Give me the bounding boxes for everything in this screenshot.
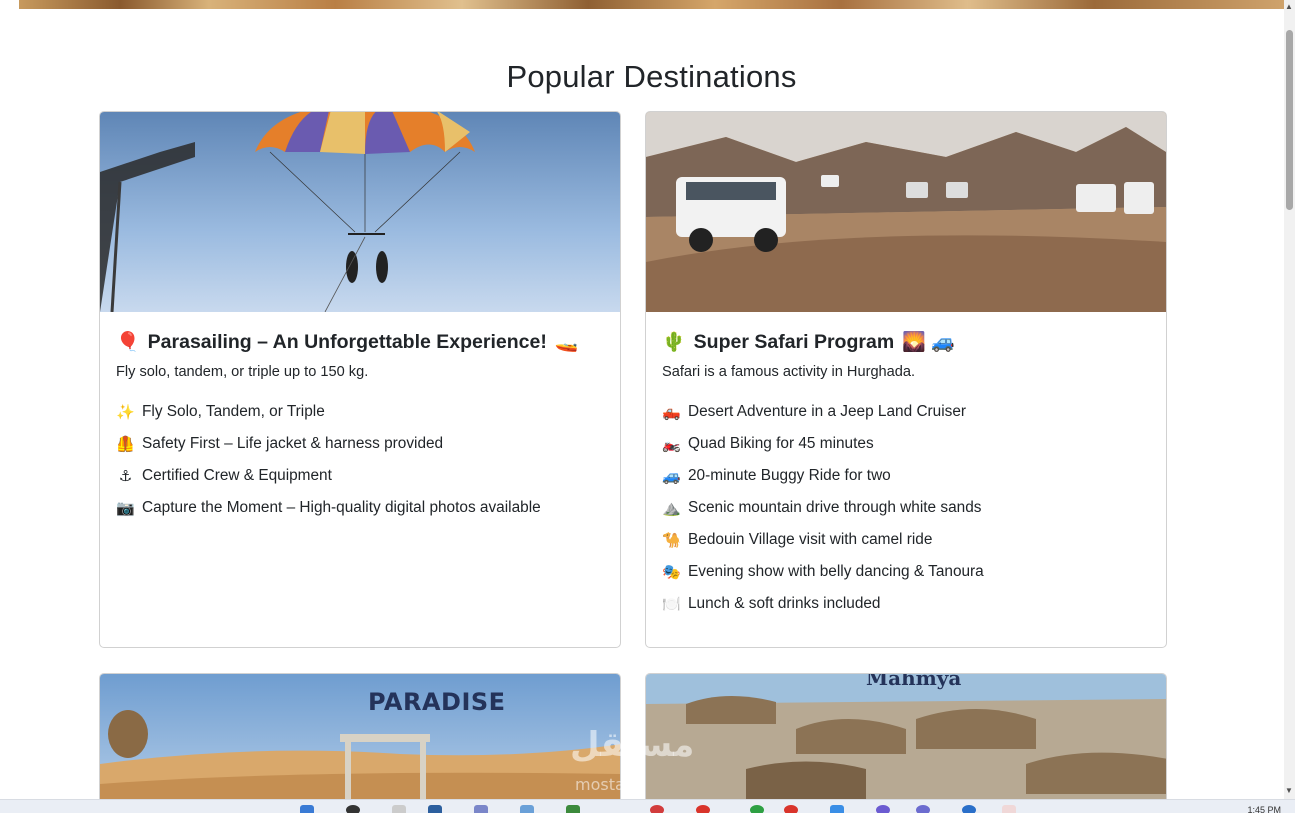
cactus-icon: 🌵 (662, 332, 686, 353)
list-item: 🛻 Desert Adventure in a Jeep Land Cruiser (662, 396, 1150, 428)
feature-text: Desert Adventure in a Jeep Land Cruiser (688, 403, 967, 420)
start-icon[interactable] (300, 805, 314, 813)
list-item: 📷 Capture the Moment – High-quality digit… (116, 492, 604, 524)
clock-text[interactable]: 1:45 PM (1247, 805, 1281, 813)
list-item: ⛰️ Scenic mountain drive through white sa… (662, 492, 1150, 524)
feature-text: Fly Solo, Tandem, or Triple (142, 403, 325, 420)
app-icon[interactable] (750, 805, 764, 813)
camera-icon: 📷 (116, 500, 135, 517)
list-item: 🐪 Bedouin Village visit with camel ride (662, 524, 1150, 556)
sparkles-icon: ✨ (116, 404, 135, 421)
scroll-up-icon[interactable]: ▲ (1285, 2, 1293, 11)
feature-text: Bedouin Village visit with camel ride (688, 531, 933, 548)
anchor-icon: ⚓ (118, 468, 133, 485)
feature-text: Safety First – Life jacket & harness pro… (142, 435, 444, 452)
balloon-icon: 🎈 (116, 332, 140, 353)
sunrise-jeep-icon: 🌄 🚙 (902, 332, 955, 353)
app-icon[interactable] (474, 805, 488, 813)
safari-image (646, 112, 1166, 312)
app-icon[interactable] (520, 805, 534, 813)
feature-list: ✨ Fly Solo, Tandem, or Triple 🦺 Safety Fir… (116, 396, 604, 524)
app-icon[interactable] (830, 805, 844, 813)
app-icon[interactable] (916, 805, 930, 813)
list-item: ✨ Fly Solo, Tandem, or Triple (116, 396, 604, 428)
mountain-icon: ⛰️ (662, 500, 681, 517)
card-title-text: Super Safari Program (693, 330, 895, 353)
list-item: 🚙 20-minute Buggy Ride for two (662, 460, 1150, 492)
camel-icon: 🐪 (662, 532, 681, 549)
watermark-subtext: mostaql (575, 775, 640, 794)
list-item: 🦺 Safety First – Life jacket & harness pr… (116, 428, 604, 460)
feature-text: Evening show with belly dancing & Tanour… (688, 563, 984, 580)
search-icon[interactable] (346, 805, 360, 813)
paradise-image: PARADISE (100, 674, 620, 812)
speedboat-icon: 🚤 (554, 332, 579, 353)
task-view-icon[interactable] (392, 805, 406, 813)
card-description: Fly solo, tandem, or triple up to 150 kg… (116, 364, 369, 380)
mahmya-sign: Mahmya (866, 674, 962, 690)
app-icon[interactable] (566, 805, 580, 813)
parasailing-image (100, 112, 620, 312)
plate-cutlery-icon: 🍽️ (662, 596, 681, 613)
card-title-text: Parasailing – An Unforgettable Experienc… (147, 330, 547, 353)
app-icon[interactable] (876, 805, 890, 813)
paradise-sign: PARADISE (368, 688, 506, 716)
feature-text: 20-minute Buggy Ride for two (688, 467, 891, 484)
scroll-down-icon[interactable]: ▼ (1285, 786, 1293, 795)
destination-card-parasailing[interactable]: 🎈 Parasailing – An Unforgettable Experie… (99, 111, 621, 648)
section-title: Popular Destinations (506, 59, 797, 94)
app-icon[interactable] (696, 805, 710, 813)
app-icon[interactable] (784, 805, 798, 813)
app-icon[interactable] (962, 805, 976, 813)
list-item: 🎭 Evening show with belly dancing & Tanou… (662, 556, 1150, 588)
file-explorer-icon[interactable] (428, 805, 442, 813)
list-item: ⚓ Certified Crew & Equipment (116, 460, 604, 492)
card-title: 🌵 Super Safari Program 🌄 🚙 (662, 330, 1150, 354)
card-title: 🎈 Parasailing – An Unforgettable Experie… (116, 330, 604, 354)
scroll-thumb[interactable] (1286, 30, 1293, 210)
pickup-truck-icon: 🛻 (662, 404, 681, 421)
hero-image-strip (19, 0, 1284, 9)
mahmya-image: Mahmya (646, 674, 1166, 812)
safety-vest-icon: 🦺 (116, 436, 135, 453)
theater-masks-icon: 🎭 (662, 564, 681, 581)
card-description: Safari is a famous activity in Hurghada. (662, 364, 916, 380)
destination-card-safari[interactable]: 🌵 Super Safari Program 🌄 🚙 Safari is a f… (645, 111, 1167, 648)
feature-text: Quad Biking for 45 minutes (688, 435, 874, 452)
feature-text: Certified Crew & Equipment (142, 467, 332, 484)
destination-card-paradise[interactable]: PARADISE (99, 673, 621, 813)
destination-card-mahmya[interactable]: Mahmya (645, 673, 1167, 813)
list-item: 🍽️ Lunch & soft drinks included (662, 588, 1150, 620)
feature-text: Capture the Moment – High-quality digita… (142, 499, 541, 516)
app-icon[interactable] (650, 805, 664, 813)
feature-text: Scenic mountain drive through white sand… (688, 499, 982, 516)
feature-list: 🛻 Desert Adventure in a Jeep Land Cruiser… (662, 396, 1150, 620)
motorcycle-icon: 🏍️ (662, 436, 681, 453)
os-taskbar: 1:45 PM (0, 799, 1295, 813)
watermark-logo: مستقل (570, 725, 695, 765)
feature-text: Lunch & soft drinks included (688, 595, 881, 612)
vertical-scrollbar[interactable]: ▲ ▼ (1284, 0, 1295, 799)
app-icon[interactable] (1002, 805, 1016, 813)
list-item: 🏍️ Quad Biking for 45 minutes (662, 428, 1150, 460)
suv-icon: 🚙 (662, 468, 681, 485)
